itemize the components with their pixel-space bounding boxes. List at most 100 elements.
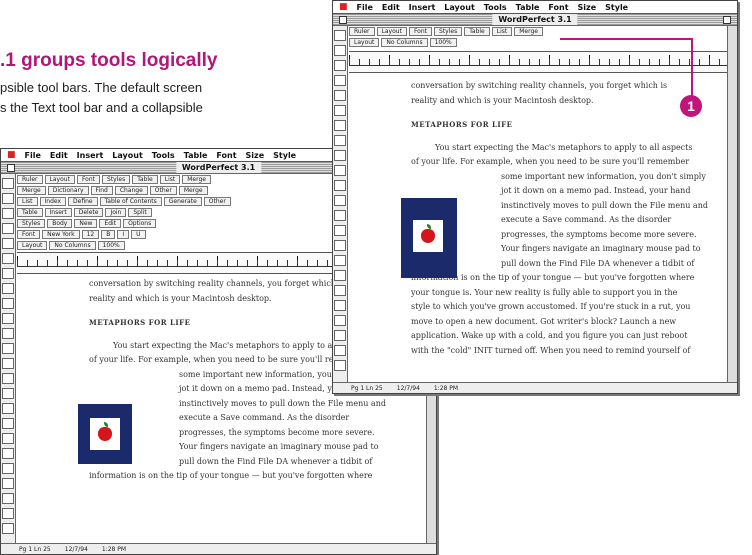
tool-icon[interactable] bbox=[2, 253, 14, 264]
ruler[interactable] bbox=[349, 51, 727, 73]
menu-tools[interactable]: Tools bbox=[152, 151, 175, 160]
tool-icon[interactable] bbox=[334, 75, 346, 86]
underline-button[interactable]: U bbox=[131, 230, 146, 239]
tool-icon[interactable] bbox=[2, 448, 14, 459]
tool-icon[interactable] bbox=[334, 180, 346, 191]
menu-size[interactable]: Size bbox=[578, 3, 597, 12]
tab-styles[interactable]: Styles bbox=[434, 27, 463, 36]
tab-merge[interactable]: Merge bbox=[182, 175, 211, 184]
tab-ruler[interactable]: Ruler bbox=[349, 27, 375, 36]
apple-menu-icon[interactable]: ■ bbox=[339, 2, 348, 12]
tool-button[interactable]: Index bbox=[39, 197, 67, 206]
menu-edit[interactable]: Edit bbox=[382, 3, 400, 12]
tool-button[interactable]: Join bbox=[105, 208, 127, 217]
tab-font[interactable]: Font bbox=[408, 27, 433, 36]
tool-icon[interactable] bbox=[334, 135, 346, 146]
tab-layout[interactable]: Layout bbox=[376, 27, 407, 36]
tool-icon[interactable] bbox=[334, 60, 346, 71]
tool-icon[interactable] bbox=[2, 433, 14, 444]
tool-button[interactable]: Dictionary bbox=[47, 186, 89, 195]
tool-icon[interactable] bbox=[334, 45, 346, 56]
tool-icon[interactable] bbox=[334, 105, 346, 116]
tool-button[interactable]: Find bbox=[90, 186, 113, 195]
tool-icon[interactable] bbox=[334, 120, 346, 131]
italic-button[interactable]: I bbox=[117, 230, 130, 239]
tool-icon[interactable] bbox=[2, 313, 14, 324]
tab-list[interactable]: List bbox=[491, 27, 513, 36]
tool-icon[interactable] bbox=[2, 328, 14, 339]
tool-icon[interactable] bbox=[334, 225, 346, 236]
tool-icon[interactable] bbox=[334, 330, 346, 341]
vertical-scrollbar[interactable] bbox=[727, 26, 737, 383]
tool-icon[interactable] bbox=[2, 418, 14, 429]
font-popup[interactable]: New York bbox=[42, 230, 80, 239]
tool-button[interactable]: Generate bbox=[163, 197, 202, 206]
tool-button[interactable]: Define bbox=[68, 197, 98, 206]
tab-layout[interactable]: Layout bbox=[44, 175, 75, 184]
tool-icon[interactable] bbox=[334, 270, 346, 281]
menu-size[interactable]: Size bbox=[246, 151, 265, 160]
tab-list[interactable]: List bbox=[159, 175, 181, 184]
tool-icon[interactable] bbox=[2, 298, 14, 309]
tab-ruler[interactable]: Ruler bbox=[17, 175, 43, 184]
tool-icon[interactable] bbox=[334, 315, 346, 326]
tool-icon[interactable] bbox=[2, 178, 14, 189]
tab-table[interactable]: Table bbox=[464, 27, 490, 36]
tool-icon[interactable] bbox=[2, 343, 14, 354]
tool-icon[interactable] bbox=[2, 373, 14, 384]
zoom-popup[interactable]: 100% bbox=[97, 241, 125, 250]
menu-table[interactable]: Table bbox=[184, 151, 208, 160]
tool-button[interactable]: Delete bbox=[73, 208, 104, 217]
tool-icon[interactable] bbox=[2, 223, 14, 234]
tool-icon[interactable] bbox=[2, 463, 14, 474]
tool-icon[interactable] bbox=[2, 283, 14, 294]
columns-popup[interactable]: No Columns bbox=[381, 38, 428, 47]
tool-button[interactable]: Options bbox=[123, 219, 157, 228]
tool-button[interactable]: Merge bbox=[178, 186, 208, 195]
tool-icon[interactable] bbox=[334, 345, 346, 356]
tool-button[interactable]: Other bbox=[149, 186, 177, 195]
tool-icon[interactable] bbox=[334, 255, 346, 266]
bold-button[interactable]: B bbox=[101, 230, 116, 239]
tool-icon[interactable] bbox=[2, 358, 14, 369]
tool-icon[interactable] bbox=[334, 90, 346, 101]
zoom-box-icon[interactable] bbox=[723, 16, 731, 24]
tool-icon[interactable] bbox=[2, 193, 14, 204]
apple-menu-icon[interactable]: ■ bbox=[7, 150, 16, 160]
menu-font[interactable]: Font bbox=[216, 151, 236, 160]
tool-button[interactable]: Split bbox=[128, 208, 152, 217]
tool-icon[interactable] bbox=[334, 165, 346, 176]
tool-button[interactable]: Change bbox=[114, 186, 148, 195]
zoom-popup[interactable]: 100% bbox=[429, 38, 457, 47]
tool-icon[interactable] bbox=[2, 493, 14, 504]
tool-icon[interactable] bbox=[334, 150, 346, 161]
menu-layout[interactable]: Layout bbox=[112, 151, 142, 160]
menu-font[interactable]: Font bbox=[548, 3, 568, 12]
menu-file[interactable]: File bbox=[25, 151, 41, 160]
menu-style[interactable]: Style bbox=[273, 151, 296, 160]
menu-insert[interactable]: Insert bbox=[77, 151, 104, 160]
menu-tools[interactable]: Tools bbox=[484, 3, 507, 12]
tab-styles[interactable]: Styles bbox=[102, 175, 131, 184]
tool-icon[interactable] bbox=[334, 30, 346, 41]
tool-icon[interactable] bbox=[2, 403, 14, 414]
tool-icon[interactable] bbox=[2, 388, 14, 399]
close-box-icon[interactable] bbox=[339, 16, 347, 24]
style-popup[interactable]: Body bbox=[47, 219, 73, 228]
tool-button[interactable]: Insert bbox=[44, 208, 72, 217]
window-titlebar[interactable]: WordPerfect 3.1 bbox=[333, 14, 737, 26]
menu-file[interactable]: File bbox=[357, 3, 373, 12]
menu-edit[interactable]: Edit bbox=[50, 151, 68, 160]
tool-button[interactable]: Other bbox=[203, 197, 231, 206]
menu-insert[interactable]: Insert bbox=[409, 3, 436, 12]
tool-icon[interactable] bbox=[2, 208, 14, 219]
tool-icon[interactable] bbox=[334, 210, 346, 221]
columns-popup[interactable]: No Columns bbox=[49, 241, 96, 250]
tool-icon[interactable] bbox=[334, 300, 346, 311]
tool-icon[interactable] bbox=[334, 285, 346, 296]
tool-icon[interactable] bbox=[2, 508, 14, 519]
tool-button[interactable]: Edit bbox=[99, 219, 122, 228]
menu-table[interactable]: Table bbox=[516, 3, 540, 12]
menu-layout[interactable]: Layout bbox=[444, 3, 474, 12]
menu-style[interactable]: Style bbox=[605, 3, 628, 12]
